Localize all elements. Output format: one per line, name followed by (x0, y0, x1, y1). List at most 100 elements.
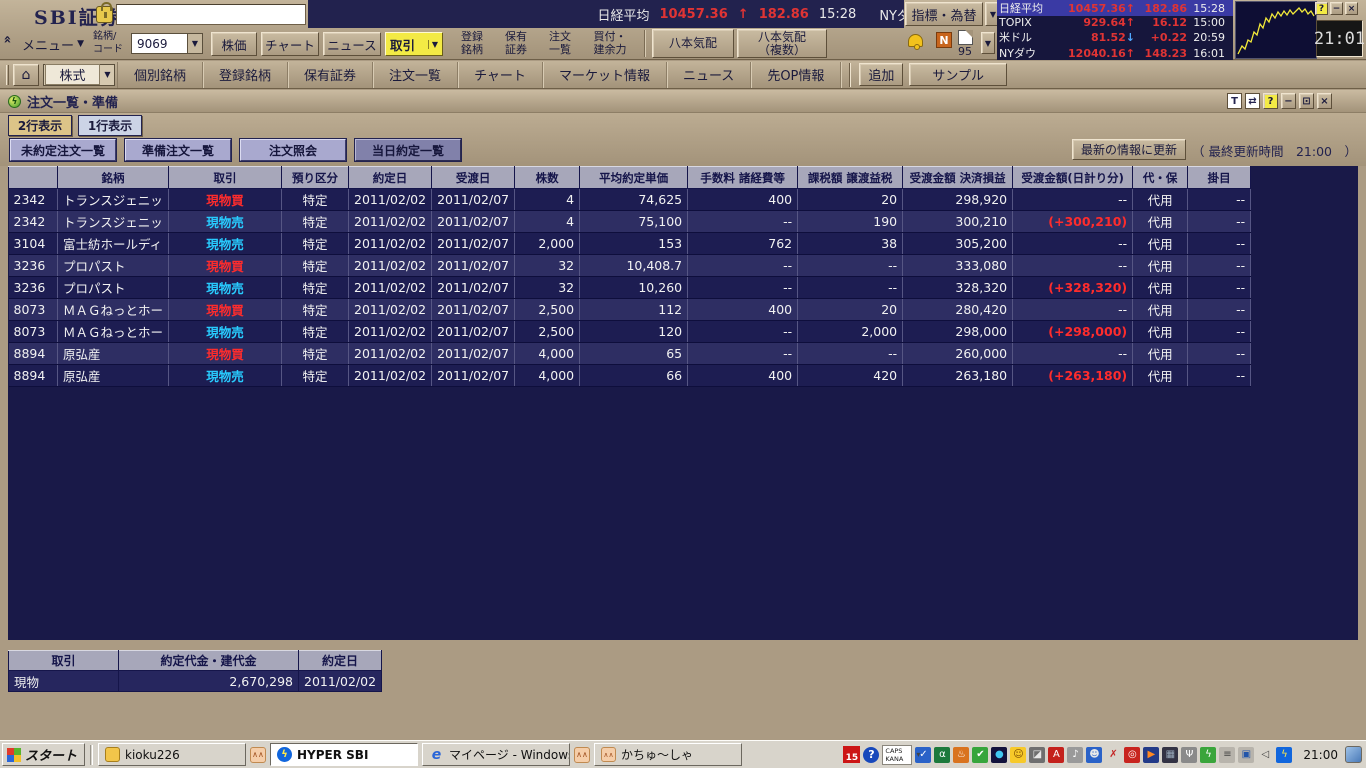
ticker-time: 15:28 (819, 7, 856, 22)
chart-button[interactable]: チャート (261, 32, 319, 56)
text-size-button[interactable]: T (1227, 93, 1242, 109)
table-row[interactable]: 2342トランスジェニッ現物買特定2011/02/022011/02/07474… (9, 189, 1251, 211)
network-icon[interactable]: ▣ (1238, 747, 1254, 763)
chevron-down-icon[interactable]: ▼ (187, 34, 202, 53)
volume-icon[interactable]: ◁ (1257, 747, 1273, 763)
menu-item-チャート[interactable]: チャート (458, 62, 543, 88)
one-line-view-button[interactable]: 1行表示 (78, 115, 142, 136)
collapse-toolbar-icon[interactable]: « (0, 35, 15, 43)
start-button[interactable]: スタート (2, 743, 85, 766)
toolbar-grip[interactable] (6, 65, 9, 85)
chevron-down-icon[interactable]: ▼ (981, 32, 995, 54)
page-icon[interactable] (958, 30, 973, 45)
alpha-app-icon[interactable]: α (934, 747, 950, 763)
table-row[interactable]: 3104富士紡ホールディ現物売特定2011/02/022011/02/072,0… (9, 233, 1251, 255)
table-row[interactable]: 3236プロパスト現物売特定2011/02/022011/02/073210,2… (9, 277, 1251, 299)
sample-button[interactable]: サンプル (909, 63, 1007, 86)
table-row[interactable]: 3236プロパスト現物買特定2011/02/022011/02/073210,4… (9, 255, 1251, 277)
taskbar-task-ie[interactable]: eマイページ - Windows ... (422, 743, 570, 766)
help-button[interactable]: ? (1263, 93, 1278, 109)
hypersbi-tray-icon[interactable]: ϟ (1276, 747, 1292, 763)
login-id-field[interactable] (116, 4, 306, 25)
ime-indicator[interactable]: CAPS KANA (882, 745, 912, 765)
menu-item-ニュース[interactable]: ニュース (667, 62, 751, 88)
news-badge-icon[interactable]: N (936, 32, 952, 48)
wireless-off-icon[interactable]: Ψ (1181, 747, 1197, 763)
menu-item-マーケット情報[interactable]: マーケット情報 (543, 62, 667, 88)
quick-app-icon[interactable]: ∧∧ (250, 747, 266, 763)
user-app-icon[interactable]: ☻ (1086, 747, 1102, 763)
cell: 現物買 (169, 343, 282, 365)
summary-row[interactable]: 現物 2,670,298 2011/02/02 (9, 671, 382, 692)
trade-button[interactable]: 取引 ▼ (385, 32, 443, 56)
red-ring-icon[interactable]: ◎ (1124, 747, 1140, 763)
help-button[interactable]: ? (1315, 2, 1328, 15)
table-row[interactable]: 8073ＭＡＧねっとホー現物買特定2011/02/022011/02/072,5… (9, 299, 1251, 321)
help-tray-icon[interactable]: ? (863, 747, 879, 763)
taskbar-task-hypersbi[interactable]: ϟHYPER SBI (270, 743, 418, 766)
close-button[interactable]: × (1345, 2, 1358, 15)
show-desktop-icon[interactable] (1345, 746, 1362, 763)
registered-stocks-link[interactable]: 登録銘柄 (452, 30, 492, 56)
stock-code-combobox[interactable]: 9069 ▼ (131, 33, 203, 54)
quote-value: 929.64↑ (1053, 16, 1135, 29)
order-list-link[interactable]: 注文一覧 (540, 30, 580, 56)
holdings-link[interactable]: 保有証券 (496, 30, 536, 56)
refresh-icon[interactable]: ⇄ (1245, 93, 1260, 109)
menu-item-登録銘柄[interactable]: 登録銘柄 (203, 62, 288, 88)
orb-app-icon[interactable]: ● (991, 747, 1007, 763)
quote-row[interactable]: NYダウ12040.16↑148.2316:01 (997, 45, 1233, 61)
lab-app-icon[interactable]: ♨ (953, 747, 969, 763)
pdf-app-icon[interactable]: A (1048, 747, 1064, 763)
quote-row[interactable]: 日経平均10457.36↑182.8615:28 (997, 0, 1233, 16)
index-fx-selector[interactable]: 指標・為替 (905, 2, 983, 26)
cell: -- (1188, 321, 1251, 343)
antivirus-tray-icon[interactable]: 15 (843, 746, 860, 763)
summary-amount: 2,670,298 (119, 671, 299, 692)
alert-bell-icon[interactable] (908, 34, 923, 47)
update-ok-icon[interactable]: ✔ (972, 747, 988, 763)
category-combobox[interactable]: 株式 ▼ (43, 64, 115, 86)
tab-未約定注文一覧[interactable]: 未約定注文一覧 (10, 139, 116, 161)
tab-当日約定一覧[interactable]: 当日約定一覧 (355, 139, 461, 161)
menu-button[interactable]: メニュー ▼ (18, 33, 88, 55)
depth-board-multi-button[interactable]: 八本気配（複数） (737, 29, 827, 58)
minimize-button[interactable]: − (1330, 2, 1343, 15)
flag-error-icon[interactable]: ✗ (1105, 747, 1121, 763)
smiley-app-icon[interactable]: ☺ (1010, 747, 1026, 763)
table-row[interactable]: 8894原弘産現物売特定2011/02/022011/02/074,000664… (9, 365, 1251, 387)
quote-button[interactable]: 株価 (211, 32, 257, 56)
rocket-app-icon[interactable]: ▶ (1143, 747, 1159, 763)
add-button[interactable]: 追加 (859, 63, 903, 86)
table-row[interactable]: 2342トランスジェニッ現物売特定2011/02/022011/02/07475… (9, 211, 1251, 233)
news-button[interactable]: ニュース (323, 32, 381, 56)
menu-item-個別銘柄[interactable]: 個別銘柄 (117, 62, 203, 88)
taskbar-task-cat[interactable]: ∧∧かちゅ～しゃ (594, 743, 742, 766)
two-line-view-button[interactable]: 2行表示 (8, 115, 72, 136)
tv-app-icon[interactable]: ▦ (1162, 747, 1178, 763)
windows-logo-icon (7, 748, 21, 762)
table-row[interactable]: 8073ＭＡＧねっとホー現物売特定2011/02/022011/02/072,5… (9, 321, 1251, 343)
refresh-data-button[interactable]: 最新の情報に更新 (1072, 139, 1186, 160)
taskbar-task-folder[interactable]: kioku226 (98, 743, 246, 766)
menu-item-注文一覧[interactable]: 注文一覧 (373, 62, 458, 88)
menu-item-保有証券[interactable]: 保有証券 (288, 62, 373, 88)
close-button[interactable]: × (1317, 93, 1332, 109)
usb-safe-icon[interactable]: ϟ (1200, 747, 1216, 763)
chime-app-icon[interactable]: ♪ (1067, 747, 1083, 763)
table-row[interactable]: 8894原弘産現物買特定2011/02/022011/02/074,00065-… (9, 343, 1251, 365)
plug-device-icon[interactable]: ≡ (1219, 747, 1235, 763)
menu-item-先OP情報[interactable]: 先OP情報 (751, 62, 841, 88)
quote-row[interactable]: TOPIX929.64↑16.1215:00 (997, 16, 1233, 29)
restore-button[interactable]: ⊡ (1299, 93, 1314, 109)
minimize-button[interactable]: − (1281, 93, 1296, 109)
depth-board-button[interactable]: 八本気配 (652, 29, 734, 58)
tab-準備注文一覧[interactable]: 準備注文一覧 (125, 139, 231, 161)
quick-app-icon[interactable]: ∧∧ (574, 747, 590, 763)
quote-row[interactable]: 米ドル81.52↓+0.2220:59 (997, 29, 1233, 45)
home-button[interactable]: ⌂ (13, 64, 39, 86)
summary-header: 取引 (9, 651, 119, 671)
tab-注文照会[interactable]: 注文照会 (240, 139, 346, 161)
display-app-icon[interactable]: ◪ (1029, 747, 1045, 763)
buying-power-link[interactable]: 買付・建余力 (584, 30, 636, 56)
